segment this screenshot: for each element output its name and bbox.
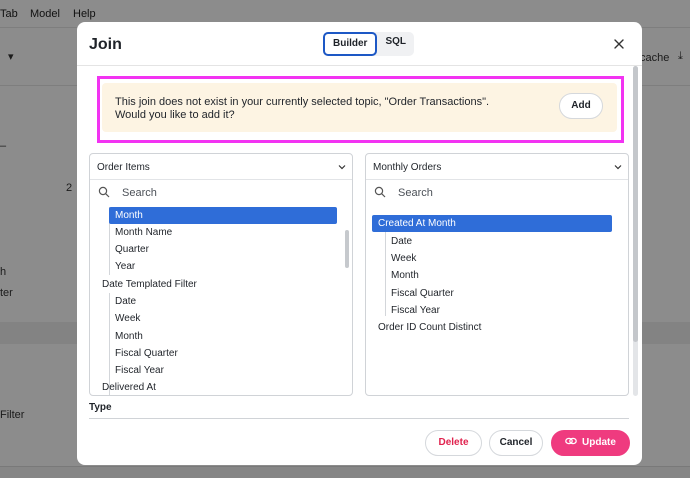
delete-button[interactable]: Delete [425, 430, 482, 456]
update-button[interactable]: Update [551, 430, 630, 456]
cancel-button[interactable]: Cancel [489, 430, 543, 456]
tab-sql[interactable]: SQL [377, 32, 414, 56]
left-field-year[interactable]: Year [115, 258, 135, 275]
left-search [90, 180, 352, 206]
left-field-month-name[interactable]: Month Name [115, 224, 172, 241]
left-field-week[interactable]: Week [115, 310, 140, 327]
right-search [366, 180, 628, 206]
left-field-month-selected[interactable]: Month [109, 207, 337, 224]
search-icon [374, 186, 386, 198]
join-type-label: Type [89, 402, 112, 413]
chevron-down-icon [614, 163, 622, 171]
modal-title: Join [89, 36, 122, 53]
right-field-order-id-count-distinct[interactable]: Order ID Count Distinct [378, 319, 481, 336]
modal-scrollbar[interactable] [633, 66, 638, 342]
right-search-input[interactable] [398, 185, 598, 201]
left-field-delivered-at[interactable]: Delivered At [102, 379, 156, 395]
left-view-select[interactable]: Order Items [90, 154, 352, 180]
left-field-date-templated-filter[interactable]: Date Templated Filter [102, 276, 197, 293]
add-join-button[interactable]: Add [559, 93, 603, 119]
notice-message: This join does not exist in your current… [115, 96, 490, 121]
right-field-created-at-month-selected[interactable]: Created At Month [372, 215, 612, 232]
right-field-week[interactable]: Week [391, 250, 416, 267]
right-field-fiscal-year[interactable]: Fiscal Year [391, 302, 440, 319]
tab-builder[interactable]: Builder [323, 32, 378, 56]
left-field-fiscal-quarter[interactable]: Fiscal Quarter [115, 345, 178, 362]
left-view-panel: Order Items Month Month Name Quarter Yea… [89, 153, 353, 396]
left-field-tree: Month Month Name Quarter Year Date Templ… [90, 207, 352, 395]
left-scrollbar[interactable] [345, 230, 349, 268]
update-button-label: Update [582, 437, 616, 448]
close-icon[interactable] [612, 37, 626, 51]
right-field-fiscal-quarter[interactable]: Fiscal Quarter [391, 285, 454, 302]
left-field-month[interactable]: Month [115, 328, 143, 345]
chevron-down-icon [338, 163, 346, 171]
left-field-fiscal-year[interactable]: Fiscal Year [115, 362, 164, 379]
right-view-label: Monthly Orders [373, 162, 442, 173]
search-icon [98, 186, 110, 198]
modal-header-divider [77, 65, 642, 66]
left-field-quarter[interactable]: Quarter [115, 241, 149, 258]
join-modal: Join Builder SQL This join does not exis… [77, 22, 642, 465]
mode-switch: Builder SQL [323, 32, 415, 56]
left-field-date[interactable]: Date [115, 293, 136, 310]
right-view-select[interactable]: Monthly Orders [366, 154, 628, 180]
right-field-month[interactable]: Month [391, 267, 419, 284]
join-type-select[interactable] [89, 418, 629, 430]
left-search-input[interactable] [122, 185, 322, 201]
left-view-label: Order Items [97, 162, 150, 173]
right-field-tree: Created At Month Date Week Month Fiscal … [366, 213, 628, 333]
join-missing-notice: This join does not exist in your current… [102, 83, 617, 132]
tree-guide [385, 230, 386, 316]
right-field-date[interactable]: Date [391, 233, 412, 250]
link-icon [565, 436, 577, 446]
right-view-panel: Monthly Orders Created At Month Date Wee… [365, 153, 629, 396]
